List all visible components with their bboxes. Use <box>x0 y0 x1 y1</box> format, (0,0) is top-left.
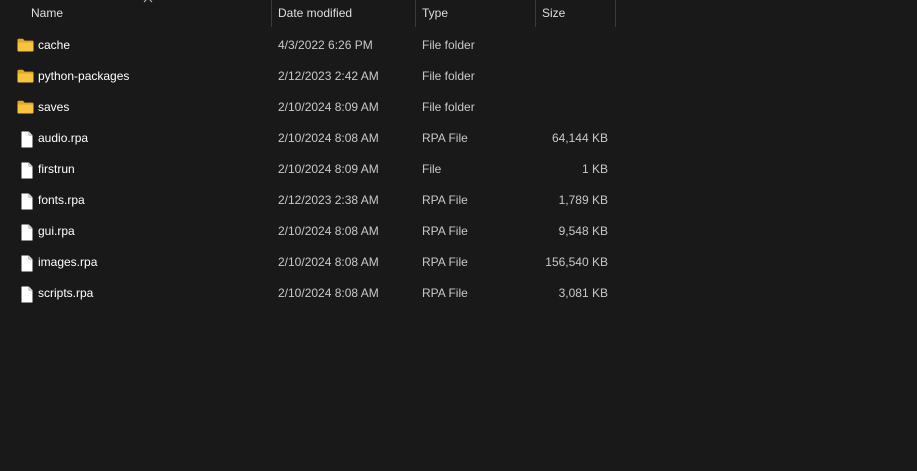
column-header-name[interactable]: Name <box>24 0 272 27</box>
sort-ascending-icon <box>143 0 153 3</box>
file-size: 156,540 KB <box>545 255 608 269</box>
file-list: cache 4/3/2022 6:26 PM File folder python-p… <box>0 30 917 309</box>
column-divider[interactable] <box>615 0 616 27</box>
file-size: 3,081 KB <box>558 286 608 300</box>
file-row[interactable]: gui.rpa 2/10/2024 8:08 AM RPA File 9,548 KB <box>0 216 917 247</box>
file-icon <box>20 216 38 247</box>
file-row[interactable]: python-packages 2/12/2023 2:42 AM File fol… <box>0 61 917 92</box>
file-type: RPA File <box>422 193 468 207</box>
file-date-modified: 4/3/2022 6:26 PM <box>278 38 373 52</box>
file-date-modified: 2/10/2024 8:08 AM <box>278 224 379 238</box>
file-size: 9,548 KB <box>558 224 608 238</box>
column-header-size[interactable]: Size <box>536 0 616 27</box>
file-date-modified: 2/12/2023 2:42 AM <box>278 69 379 83</box>
folder-icon <box>17 61 35 92</box>
file-date-modified: 2/10/2024 8:08 AM <box>278 131 379 145</box>
file-type: File folder <box>422 100 475 114</box>
file-explorer-window: Name Date modified Type Size cache 4/3/20… <box>0 0 917 471</box>
file-type: RPA File <box>422 131 468 145</box>
file-name: audio.rpa <box>38 131 89 145</box>
file-icon <box>20 185 38 216</box>
file-size <box>536 61 608 92</box>
file-type: RPA File <box>422 224 468 238</box>
file-size <box>536 92 608 123</box>
file-date-modified: 2/10/2024 8:08 AM <box>278 286 379 300</box>
file-row[interactable]: firstrun 2/10/2024 8:09 AM File 1 KB <box>0 154 917 185</box>
file-name: gui.rpa <box>38 224 75 238</box>
file-type: RPA File <box>422 255 468 269</box>
file-row[interactable]: audio.rpa 2/10/2024 8:08 AM RPA File 64,144… <box>0 123 917 154</box>
file-type: File folder <box>422 38 475 52</box>
file-type: File folder <box>422 69 475 83</box>
folder-icon <box>17 30 35 61</box>
file-date-modified: 2/10/2024 8:08 AM <box>278 255 379 269</box>
file-row[interactable]: images.rpa 2/10/2024 8:08 AM RPA File 156,5… <box>0 247 917 278</box>
file-type: RPA File <box>422 286 468 300</box>
file-name: scripts.rpa <box>38 286 94 300</box>
file-type: File <box>422 162 442 176</box>
file-size <box>536 30 608 61</box>
file-row[interactable]: cache 4/3/2022 6:26 PM File folder <box>0 30 917 61</box>
file-name: cache <box>38 38 71 52</box>
column-header-bar: Name Date modified Type Size <box>0 0 917 27</box>
file-icon <box>20 154 38 185</box>
file-row[interactable]: saves 2/10/2024 8:09 AM File folder <box>0 92 917 123</box>
file-name: fonts.rpa <box>38 193 85 207</box>
file-icon <box>20 278 38 309</box>
file-date-modified: 2/10/2024 8:09 AM <box>278 100 379 114</box>
column-header-type[interactable]: Type <box>416 0 536 27</box>
file-row[interactable]: fonts.rpa 2/12/2023 2:38 AM RPA File 1,789 … <box>0 185 917 216</box>
file-icon <box>20 123 38 154</box>
file-name: firstrun <box>38 162 75 176</box>
file-date-modified: 2/12/2023 2:38 AM <box>278 193 379 207</box>
file-date-modified: 2/10/2024 8:09 AM <box>278 162 379 176</box>
file-size: 64,144 KB <box>551 131 608 145</box>
folder-icon <box>17 92 35 123</box>
file-name: saves <box>38 100 70 114</box>
file-size: 1,789 KB <box>558 193 608 207</box>
file-size: 1 KB <box>581 162 608 176</box>
file-row[interactable]: scripts.rpa 2/10/2024 8:08 AM RPA File 3,08… <box>0 278 917 309</box>
column-header-date-modified[interactable]: Date modified <box>272 0 416 27</box>
file-icon <box>20 247 38 278</box>
file-name: python-packages <box>38 69 130 83</box>
file-name: images.rpa <box>38 255 98 269</box>
